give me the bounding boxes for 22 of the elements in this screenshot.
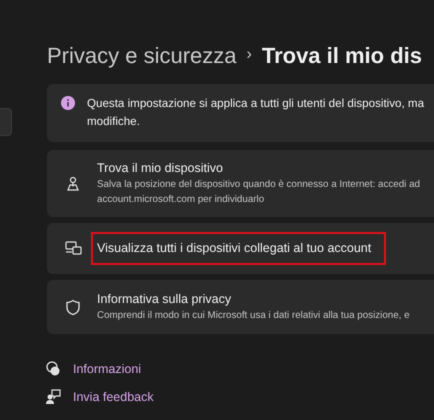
setting-description: Comprendi il modo in cui Microsoft usa i dati relativi alla tua posizione, e <box>97 309 410 323</box>
devices-icon <box>64 241 82 256</box>
setting-title: Visualizza tutti i dispositivi collegati al tuo account <box>91 232 386 265</box>
page-title: Trova il mio dis <box>262 42 422 70</box>
help-link[interactable]: Informazioni <box>73 360 142 379</box>
settings-card[interactable]: Trova il mio dispositivo Salva la posizione del dispositivo quando è connesso a Internet: accedi ad account.microsoft.com per individuarlo <box>47 150 434 217</box>
breadcrumb-separator: › <box>246 45 252 65</box>
feedback-icon <box>45 389 61 406</box>
notice-text: modifiche. <box>87 114 141 130</box>
sidebar-button[interactable] <box>0 108 12 136</box>
help-link[interactable]: Invia feedback <box>73 388 154 406</box>
breadcrumb-parent[interactable]: Privacy e sicurezza <box>47 38 237 72</box>
settings-card[interactable]: Visualizza tutti i dispositivi collegati al tuo account <box>47 223 434 274</box>
settings-card[interactable]: Informativa sulla privacy Comprendi il modo in cui Microsoft usa i dati relativi alla tua posizione, e <box>47 280 434 334</box>
setting-title: Informativa sulla privacy <box>97 291 232 308</box>
notice-text: Questa impostazione si applica a tutti gli utenti del dispositivo, ma <box>87 96 424 112</box>
setting-description: account.microsoft.com per individuarlo <box>97 193 266 207</box>
info-icon <box>61 96 75 110</box>
setting-description: Salva la posizione del dispositivo quando è connesso a Internet: accedi ad <box>97 178 420 192</box>
shield-icon <box>65 298 81 316</box>
setting-title: Trova il mio dispositivo <box>97 160 224 177</box>
person-pin-icon <box>65 176 81 192</box>
